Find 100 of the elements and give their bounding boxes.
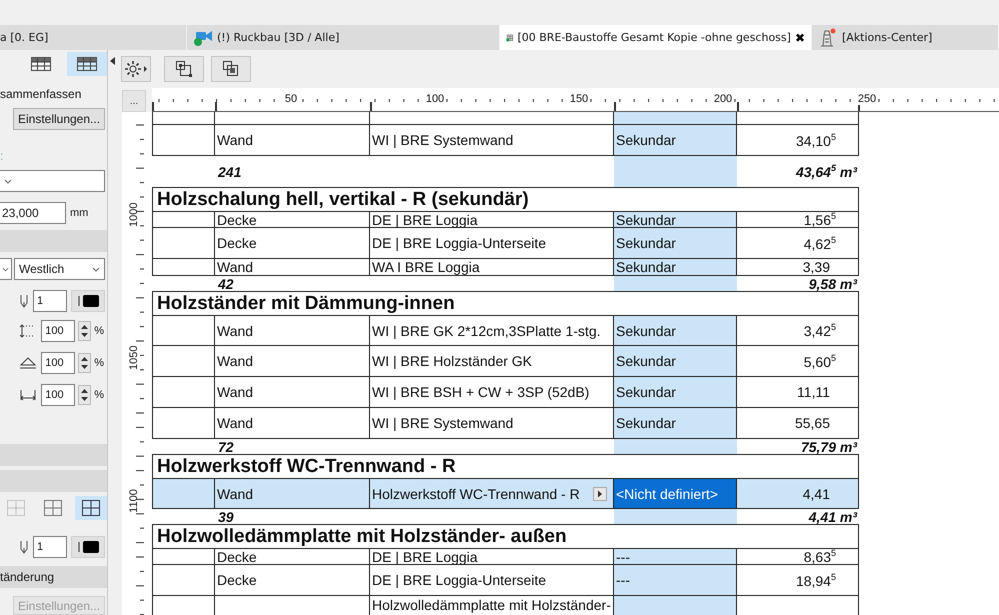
chevron-icon	[2, 266, 9, 272]
ruler-label: 150	[570, 93, 588, 105]
ruler-label: 1100	[128, 489, 140, 513]
table-cell: Decke	[215, 228, 370, 258]
color-button[interactable]	[71, 536, 105, 558]
settings-button[interactable]: Einstellungen...	[13, 108, 105, 130]
table-cell: Sekundar	[614, 408, 737, 438]
collapse-icon[interactable]	[110, 57, 115, 65]
table-cell: ---	[614, 565, 737, 595]
group-count: 39	[217, 509, 235, 524]
grid-icon	[6, 499, 26, 517]
group-count: 72	[217, 439, 235, 454]
table-row[interactable]: Wand WI | BRE Holzständer GK Sekundar 5,60$^{5}$	[152, 346, 859, 377]
table-cell: Decke	[215, 565, 370, 595]
table-cell: Wand	[215, 377, 370, 407]
camera-icon	[193, 28, 213, 46]
table-cell: 3,42$^{5}$	[737, 316, 859, 345]
ruler-label: 100	[426, 93, 444, 105]
table-row[interactable]: Holzwolledämmplatte mit Holzständer-	[152, 596, 859, 615]
table-cell: Wand	[215, 316, 370, 345]
spinner-icon[interactable]	[78, 353, 92, 373]
table-cell: Wand	[215, 408, 370, 438]
table-cell: 4,41	[737, 479, 859, 508]
section-header[interactable]: tänderung	[0, 566, 107, 588]
table-row[interactable]: Wand WI | BRE Systemwand Sekundar 34,10$^{5}$	[152, 125, 859, 156]
dropdown[interactable]	[0, 258, 12, 280]
group-count: 241	[216, 162, 242, 182]
table-cell: 1,56$^{5}$	[737, 212, 859, 227]
table-cell: Sekundar	[614, 228, 737, 258]
table-row[interactable]: Wand WI | BRE Systemwand Sekundar 55,65	[152, 408, 859, 439]
input-field[interactable]: 1	[33, 536, 67, 558]
table-cell: Sekundar	[614, 377, 737, 407]
layers-icon	[221, 59, 241, 79]
input-field[interactable]: 23,000	[0, 202, 66, 224]
label: sammenfassen	[0, 86, 82, 102]
ruler-label: 250	[858, 93, 876, 105]
table-row[interactable]: Decke DE | BRE Loggia-Unterseite Sekundar 4,62$^{5}$	[152, 228, 859, 259]
table-row[interactable]: Decke DE | BRE Loggia --- 8,63$^{5}$	[152, 548, 859, 565]
table-cell: 5,60$^{5}$	[737, 346, 859, 376]
input-field[interactable]: 100	[41, 352, 76, 374]
input-field[interactable]: 100	[41, 384, 76, 406]
table-row[interactable]: Wand WI | BRE GK 2*12cm,3SPlatte 1-stg. Sekundar 3,42$^{5}$	[152, 315, 859, 346]
chevron-icon	[4, 178, 12, 184]
dropdown[interactable]	[0, 170, 105, 192]
ruler-label: 200	[714, 93, 732, 105]
unit-label: %	[94, 389, 104, 401]
table-cell: Wand	[215, 125, 370, 155]
group-total: 43,64$^{5}$ m³	[794, 162, 858, 182]
color-swatch-icon	[76, 294, 100, 308]
grid-option[interactable]	[75, 496, 107, 520]
spinner-icon[interactable]	[78, 321, 92, 341]
tab[interactable]: a [0. EG]	[0, 25, 187, 50]
frame-icon	[174, 59, 194, 79]
table-cell: Wand	[215, 479, 370, 508]
group-title: Holzwolledämmplatte mit Holzständer- außen	[152, 524, 859, 548]
ruler-label: 1050	[128, 346, 140, 370]
color-button[interactable]	[71, 290, 105, 312]
grid-icon	[81, 499, 102, 517]
table-cell: Holzwerkstoff WC-Trennwand - R	[372, 486, 580, 502]
settings-icon	[124, 59, 148, 79]
table-row[interactable]: Wand WA I BRE Loggia Sekundar 3,39	[152, 259, 859, 276]
table-cell: Decke	[215, 212, 370, 227]
table-row[interactable]: Wand Holzwerkstoff WC-Trennwand - R <Nicht definiert> 4,41	[152, 478, 859, 509]
table-cell[interactable]: <Nicht definiert>	[614, 479, 737, 508]
table-icon	[76, 56, 98, 72]
table-cell: 3,39	[737, 259, 859, 275]
table-row[interactable]: Wand WI | BRE BSH + CW + 3SP (52dB) Sekundar 11,11	[152, 377, 859, 408]
group-title: Holzschalung hell, vertikal - R (sekundär)	[152, 187, 859, 211]
unit-label: %	[94, 325, 104, 337]
table-cell: Sekundar	[614, 259, 737, 275]
group-total: 75,79 m³	[800, 439, 858, 454]
table-cell: 11,11	[737, 377, 859, 407]
close-icon[interactable]: ✖	[794, 30, 805, 44]
table-cell: ---	[614, 549, 737, 564]
table-cell: 18,94$^{5}$	[737, 565, 859, 595]
spinner-icon[interactable]	[78, 385, 92, 405]
table-cell: 55,65	[737, 408, 859, 438]
table-row[interactable]: Decke DE | BRE Loggia Sekundar 1,56$^{5}$	[152, 211, 859, 228]
tab[interactable]: [00 BRE-Baustoffe Gesamt Kopie -ohne geschoss] ✖	[500, 25, 812, 50]
dropdown[interactable]: Westlich	[14, 258, 105, 280]
table-cell: 4,62$^{5}$	[737, 228, 859, 258]
table-cell: Sekundar	[614, 125, 737, 155]
view-toggle[interactable]	[67, 52, 107, 76]
input-field[interactable]: 1	[33, 290, 67, 312]
table-cell: Sekundar	[614, 316, 737, 345]
more-button[interactable]: ...	[122, 90, 146, 112]
table-cell: Sekundar	[614, 212, 737, 227]
ruler-label: 50	[284, 93, 298, 105]
ruler-label: 1000	[128, 203, 140, 227]
table-cell: Wand	[215, 259, 370, 275]
input-field[interactable]: 100	[41, 320, 76, 342]
unit-label: %	[94, 357, 104, 369]
expand-button[interactable]	[593, 487, 607, 501]
group-title: Holzständer mit Dämmung-innen	[152, 291, 859, 315]
toolbar-button[interactable]	[164, 56, 204, 82]
group-total: 9,58 m³	[808, 276, 858, 291]
toolbar-button[interactable]	[121, 56, 151, 82]
toolbar-button[interactable]	[211, 56, 251, 82]
table-cell: Sekundar	[614, 346, 737, 376]
table-row[interactable]: Decke DE | BRE Loggia-Unterseite --- 18,94$^{5}$	[152, 565, 859, 596]
